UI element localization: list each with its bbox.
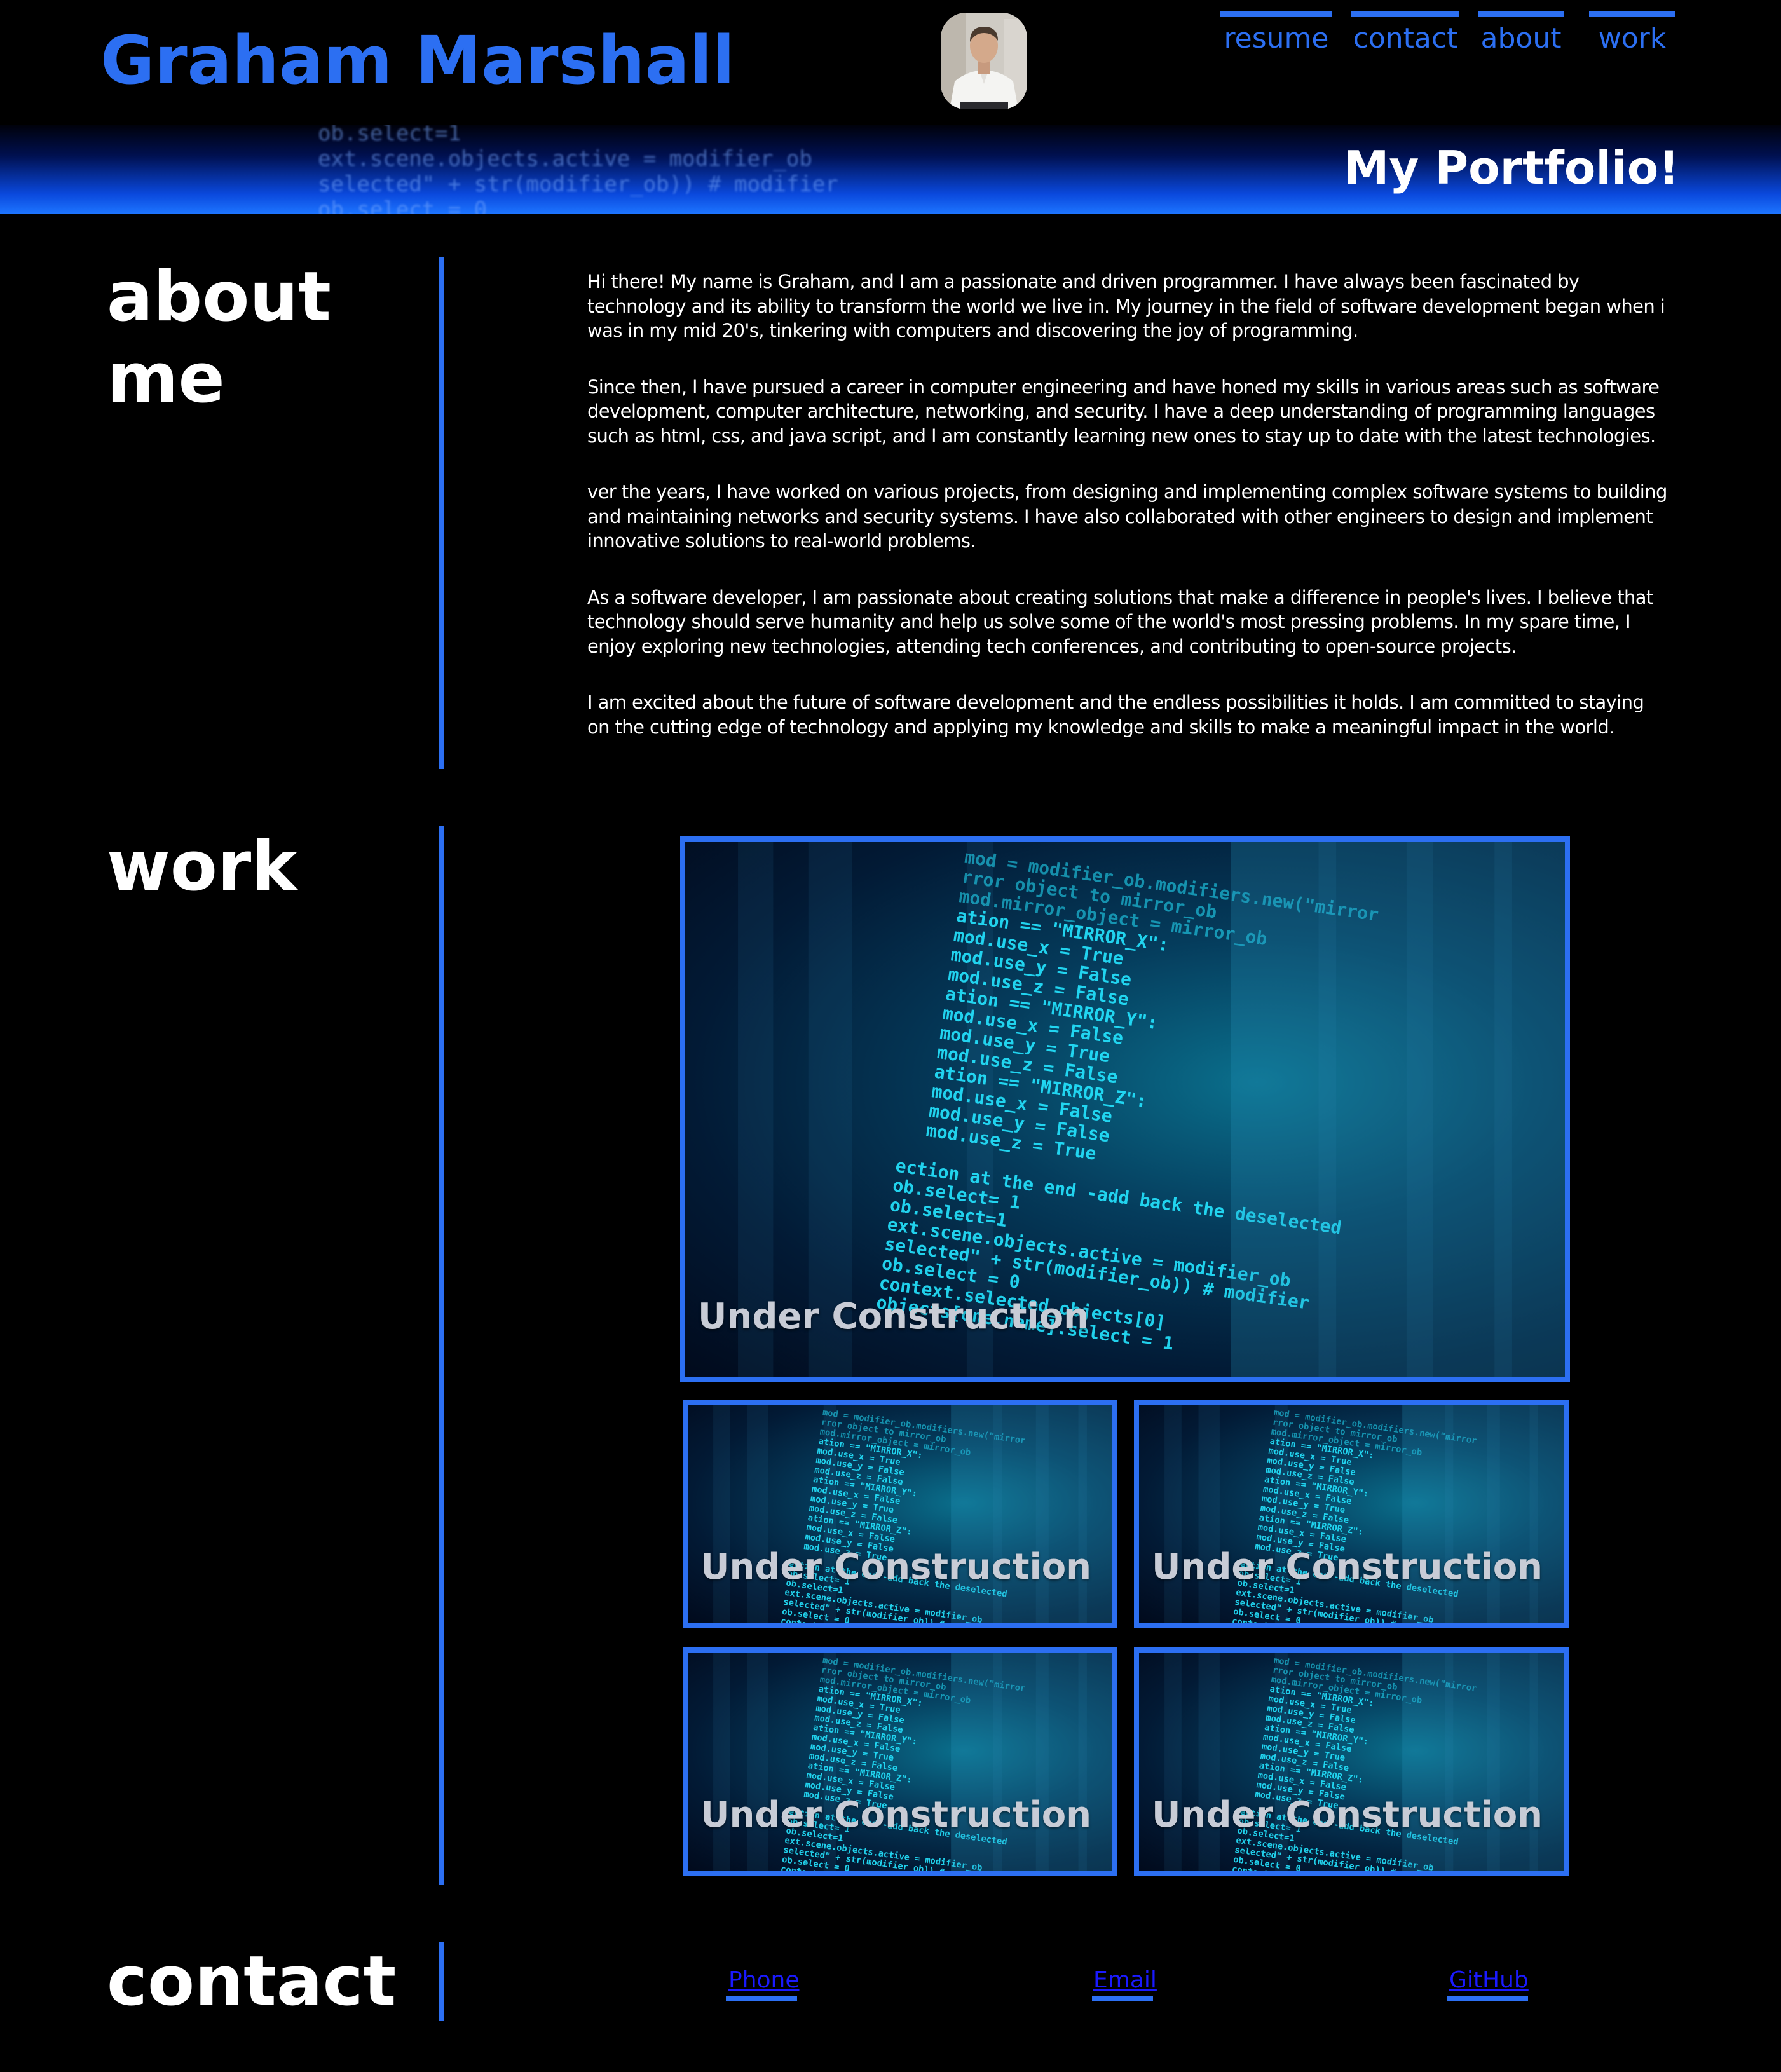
code-haze (1402, 1405, 1564, 1623)
glow-bar (747, 1405, 768, 1623)
under-construction-label: Under Construction (698, 1296, 1089, 1337)
contact-heading: contact (107, 1942, 397, 2021)
glow-bar (713, 1405, 730, 1623)
about-heading: about me (107, 257, 331, 419)
about-divider (439, 257, 444, 769)
glow-bar (747, 1653, 768, 1871)
email-link[interactable]: Email (1093, 1968, 1157, 1993)
work-card[interactable]: mod = modifier_ob.modifiers.new("mirror r… (1134, 1647, 1569, 1876)
work-card[interactable]: mod = modifier_ob.modifiers.new("mirror r… (1134, 1400, 1569, 1628)
glow-bar (1164, 1653, 1182, 1871)
under-construction-label: Under Construction (700, 1546, 1092, 1588)
about-heading-line1: about (107, 257, 331, 337)
nav-contact[interactable]: contact (1351, 11, 1459, 62)
work-card[interactable]: mod = modifier_ob.modifiers.new("mirror r… (683, 1400, 1117, 1628)
work-card-featured[interactable]: mod = modifier_ob.modifiers.new("mirror r… (680, 836, 1570, 1382)
about-heading-line2: me (107, 339, 225, 418)
main-nav: resume contact about work (1220, 11, 1678, 62)
code-screen-image: mod = modifier_ob.modifiers.new("mirrorr… (713, 1653, 1112, 1871)
nav-about[interactable]: about (1478, 11, 1564, 62)
email-link-underline (1092, 1996, 1153, 2001)
about-paragraph: Since then, I have pursued a career in c… (587, 376, 1660, 447)
phone-link-underline (726, 1996, 797, 2001)
avatar (941, 13, 1027, 109)
work-card[interactable]: mod = modifier_ob.modifiers.new("mirror r… (683, 1647, 1117, 1876)
banner-title: My Portfolio! (1343, 141, 1679, 194)
portfolio-banner: ob.select=1 ext.scene.objects.active = m… (0, 125, 1781, 214)
work-heading: work (107, 827, 297, 906)
github-link-underline (1447, 1996, 1528, 2001)
banner-code-image: ob.select=1 ext.scene.objects.active = m… (318, 125, 838, 214)
site-title: Graham Marshall (100, 22, 735, 99)
under-construction-label: Under Construction (1152, 1546, 1543, 1588)
code-haze (951, 1653, 1112, 1871)
about-paragraph: I am excited about the future of softwar… (587, 692, 1644, 738)
glow-bar (1198, 1405, 1220, 1623)
about-paragraph: As a software developer, I am passionate… (587, 586, 1653, 657)
glow-bar (1164, 1405, 1182, 1623)
avatar-photo (941, 13, 1027, 109)
code-haze (1231, 842, 1565, 1377)
about-paragraph: Hi there! My name is Graham, and I am a … (587, 271, 1665, 341)
glow-bar (1198, 1653, 1220, 1871)
work-divider (439, 826, 444, 1885)
about-paragraph: ver the years, I have worked on various … (587, 481, 1667, 552)
code-screen-image: mod = modifier_ob.modifiers.new("mirrorr… (713, 1405, 1112, 1623)
nav-work[interactable]: work (1589, 11, 1675, 62)
under-construction-label: Under Construction (1152, 1794, 1543, 1836)
under-construction-label: Under Construction (700, 1794, 1092, 1836)
glow-bar (713, 1653, 730, 1871)
about-text: Hi there! My name is Graham, and I am a … (587, 269, 1668, 771)
nav-resume[interactable]: resume (1220, 11, 1332, 62)
code-haze (951, 1405, 1112, 1623)
contact-divider (439, 1942, 444, 2021)
phone-link[interactable]: Phone (728, 1968, 800, 1993)
code-screen-image: mod = modifier_ob.modifiers.new("mirrorr… (1164, 1405, 1564, 1623)
code-haze (1402, 1653, 1564, 1871)
github-link[interactable]: GitHub (1449, 1968, 1529, 1993)
code-screen-image: mod = modifier_ob.modifiers.new("mirrorr… (1164, 1653, 1564, 1871)
